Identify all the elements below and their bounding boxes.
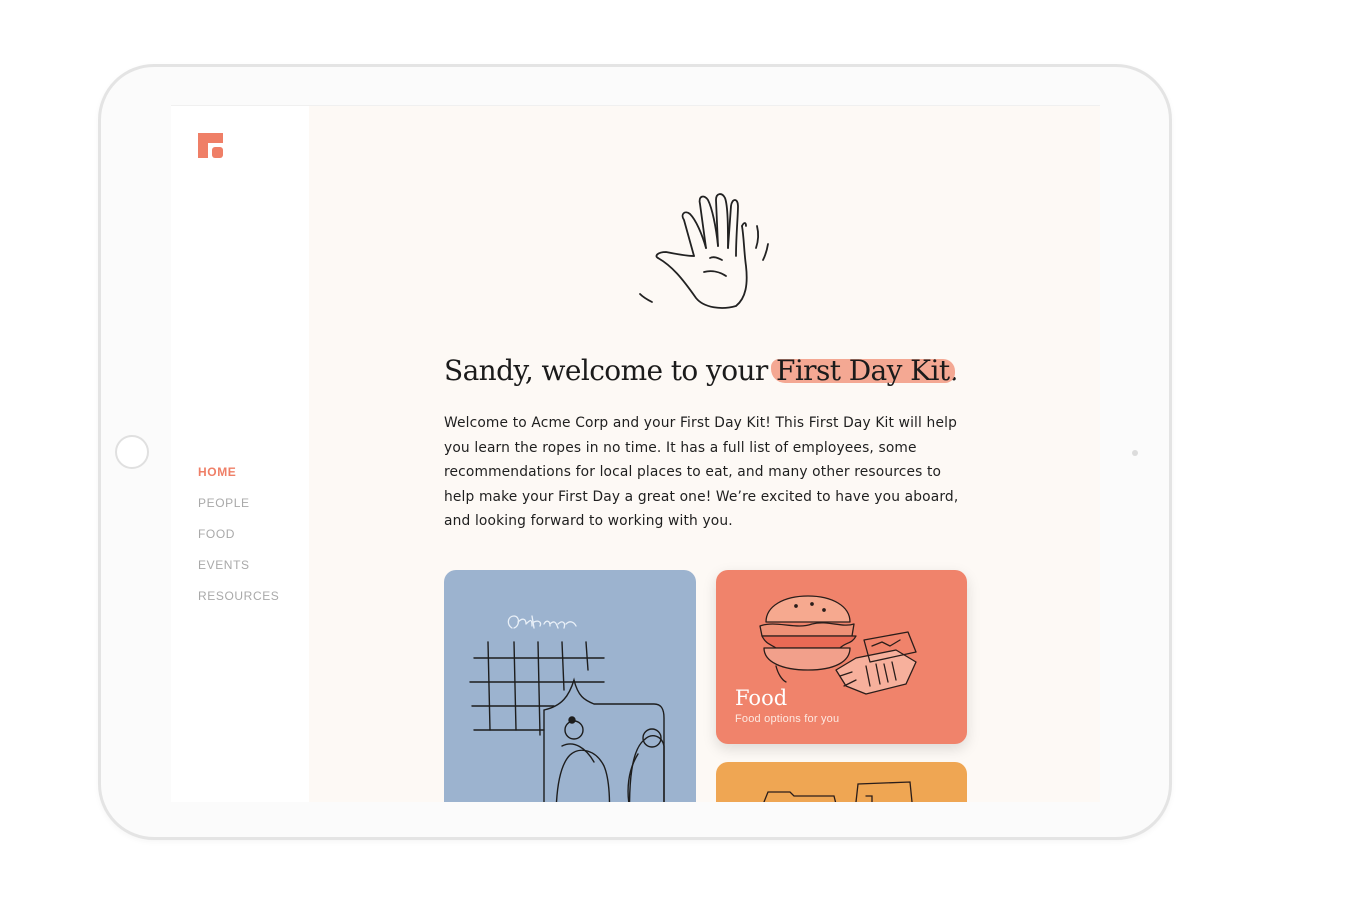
- food-card-subtitle: Food options for you: [735, 713, 840, 725]
- app-screen: HOME PEOPLE FOOD EVENTS RESOURCES Sandy,…: [171, 105, 1100, 802]
- sidebar-item-events[interactable]: EVENTS: [198, 555, 279, 586]
- main-content: Sandy, welcome to your First Day Kit. We…: [309, 106, 1100, 802]
- camera-icon: [1132, 450, 1138, 456]
- events-card[interactable]: [444, 570, 696, 802]
- grid-lines: [469, 641, 605, 736]
- resources-illustration: [763, 781, 913, 802]
- october-script: [507, 615, 577, 629]
- resources-card[interactable]: [716, 762, 967, 802]
- sidebar-item-home[interactable]: HOME: [198, 462, 279, 493]
- sidebar-item-people[interactable]: PEOPLE: [198, 493, 279, 524]
- waving-hand-icon: [632, 186, 782, 316]
- intro-paragraph: Welcome to Acme Corp and your First Day …: [444, 415, 959, 529]
- first-day-kit-logo-icon[interactable]: [198, 133, 223, 158]
- home-button[interactable]: [115, 435, 149, 469]
- headline-highlight: First Day Kit: [776, 354, 950, 387]
- food-card-title: Food: [735, 686, 788, 710]
- sidebar-item-food[interactable]: FOOD: [198, 524, 279, 555]
- headline-prefix: Sandy, welcome to your: [444, 354, 776, 387]
- sidebar: HOME PEOPLE FOOD EVENTS RESOURCES: [171, 106, 309, 802]
- page-title: Sandy, welcome to your First Day Kit.: [444, 354, 958, 387]
- sidebar-item-resources[interactable]: RESOURCES: [198, 586, 279, 617]
- food-card[interactable]: Food Food options for you: [716, 570, 967, 744]
- sidebar-nav: HOME PEOPLE FOOD EVENTS RESOURCES: [198, 462, 279, 617]
